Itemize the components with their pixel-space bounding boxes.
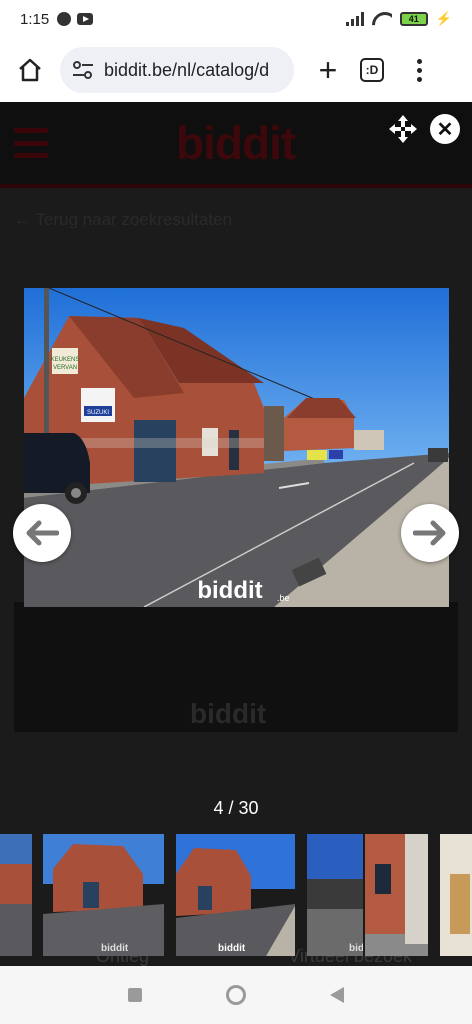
thumbnail[interactable] <box>440 834 472 956</box>
recent-apps-button[interactable] <box>128 988 142 1002</box>
wifi-icon <box>372 12 392 26</box>
sign-vervan-text: VERVAN <box>53 365 77 371</box>
thumbnail[interactable] <box>365 834 428 956</box>
site-logo[interactable]: biddit <box>176 116 296 170</box>
sign-suzuki-text: SUZUKI <box>87 410 109 416</box>
main-photo[interactable]: KEUKENS VERVAN SUZUKI biddit .be <box>24 288 449 607</box>
new-tab-button[interactable]: + <box>310 50 346 90</box>
house-photo: KEUKENS VERVAN SUZUKI biddit .be <box>24 288 449 607</box>
thumbnail[interactable] <box>0 834 32 956</box>
thumbnail[interactable]: biddit <box>307 834 363 956</box>
next-photo-button[interactable] <box>401 504 459 562</box>
home-button[interactable] <box>10 50 50 90</box>
system-nav-bar <box>0 966 472 1024</box>
background-watermark: biddit <box>190 698 267 729</box>
status-bar: 1:15 41 ⚡ <box>0 0 472 38</box>
url-text: biddit.be/nl/catalog/d <box>104 59 270 80</box>
address-bar[interactable]: biddit.be/nl/catalog/d <box>60 47 294 93</box>
back-link-label: Terug naar zoekresultaten <box>35 210 232 229</box>
hamburger-menu-icon[interactable] <box>14 128 48 158</box>
thumbnail[interactable]: biddit <box>43 834 164 956</box>
thumbnail-strip[interactable]: biddit biddit biddit <box>0 834 472 956</box>
tab-switcher-button[interactable]: :D <box>360 58 384 82</box>
browser-menu-button[interactable] <box>414 58 424 82</box>
arrow-left-icon: ← <box>14 210 36 229</box>
status-time: 1:15 <box>20 10 50 28</box>
svg-text:biddit: biddit <box>218 943 246 954</box>
page-content: biddit ← Terug naar zoekresultaten biddi… <box>0 102 472 966</box>
close-icon: ✕ <box>436 118 454 141</box>
signal-icon <box>345 12 364 26</box>
photo-counter: 4 / 30 <box>213 798 259 818</box>
svg-text:biddit: biddit <box>349 943 363 954</box>
youtube-icon <box>77 13 94 25</box>
close-button[interactable]: ✕ <box>430 114 460 144</box>
browser-toolbar: biddit.be/nl/catalog/d + :D <box>0 38 472 102</box>
thumbnail-current[interactable]: biddit <box>176 834 295 956</box>
notification-icon <box>57 12 72 26</box>
svg-text:biddit: biddit <box>101 943 129 954</box>
arrow-left-icon <box>26 520 59 546</box>
previous-photo-button[interactable] <box>13 504 71 562</box>
photo-watermark: biddit <box>197 577 262 604</box>
charging-icon: ⚡ <box>435 11 452 26</box>
back-nav-button[interactable] <box>330 987 344 1003</box>
battery-icon: 41 <box>399 12 428 26</box>
home-icon <box>19 58 41 82</box>
photo-watermark-suffix: .be <box>277 593 290 603</box>
home-nav-button[interactable] <box>226 985 246 1005</box>
sign-keukens-text: KEUKENS <box>51 357 80 363</box>
site-settings-icon <box>73 61 93 79</box>
back-to-results-link[interactable]: ← Terug naar zoekresultaten <box>14 210 232 230</box>
arrow-right-icon <box>413 520 446 546</box>
move-icon[interactable] <box>388 114 418 144</box>
